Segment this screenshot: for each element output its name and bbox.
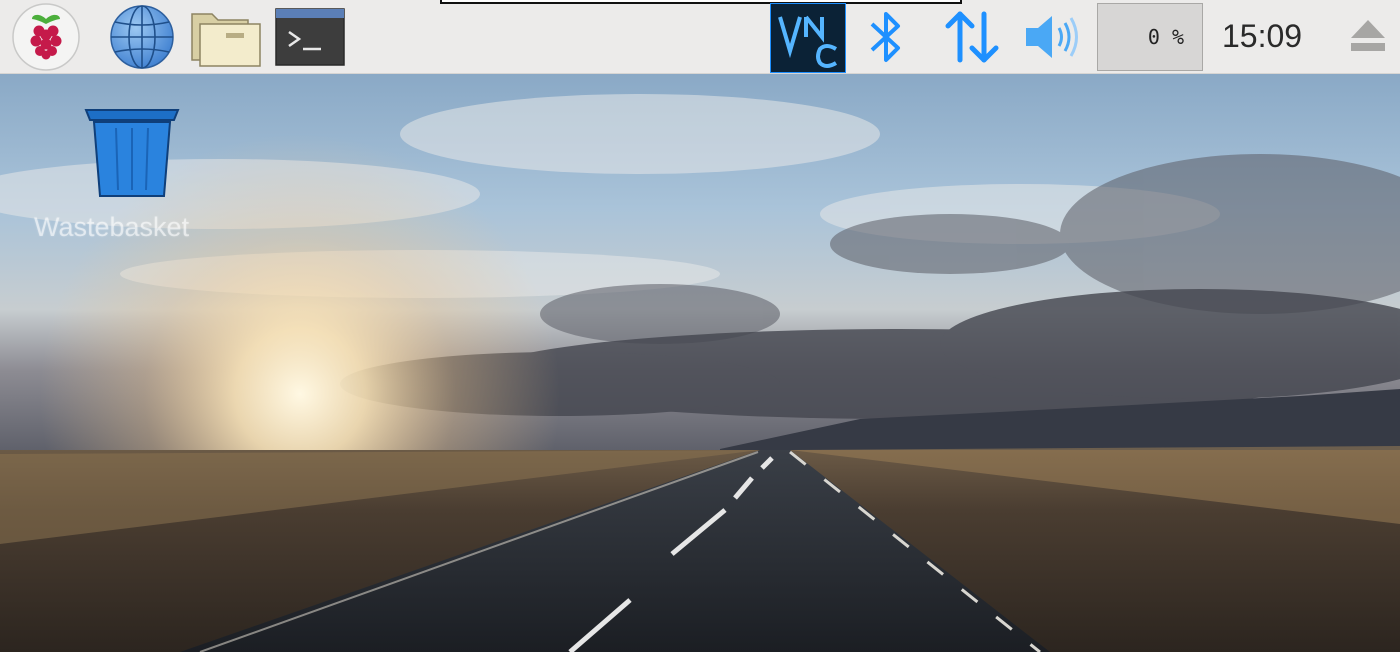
folder-icon <box>191 13 261 67</box>
vnc-tray-button[interactable] <box>770 3 846 73</box>
cpu-usage-value: 0 % <box>1147 25 1184 49</box>
terminal-launcher[interactable] <box>275 8 345 66</box>
taskbar: 0 % 15:09 <box>0 0 1400 74</box>
taskbar-window-button[interactable] <box>440 0 962 4</box>
clock[interactable]: 15:09 <box>1222 14 1322 58</box>
volume-icon <box>1026 16 1078 58</box>
bluetooth-tray-button[interactable] <box>866 10 906 66</box>
vnc-icon <box>770 3 846 73</box>
volume-tray-button[interactable] <box>1022 12 1080 62</box>
file-manager-launcher[interactable] <box>190 6 262 68</box>
terminal-icon <box>275 8 345 66</box>
browser-launcher[interactable] <box>108 4 176 70</box>
wastebasket-desktop-icon[interactable]: Wastebasket <box>30 106 230 256</box>
wastebasket-label: Wastebasket <box>34 212 190 242</box>
cpu-usage-monitor[interactable]: 0 % <box>1097 3 1203 71</box>
network-arrows-icon <box>945 11 999 63</box>
globe-icon <box>110 5 174 69</box>
desktop[interactable]: Wastebasket <box>0 74 1400 652</box>
eject-tray-button[interactable] <box>1348 16 1388 56</box>
main-menu-button[interactable] <box>10 3 82 71</box>
network-tray-button[interactable] <box>944 8 1000 66</box>
eject-icon <box>1351 20 1385 51</box>
bluetooth-icon <box>870 12 900 62</box>
raspberry-icon <box>12 3 80 71</box>
trash-icon <box>84 109 180 197</box>
